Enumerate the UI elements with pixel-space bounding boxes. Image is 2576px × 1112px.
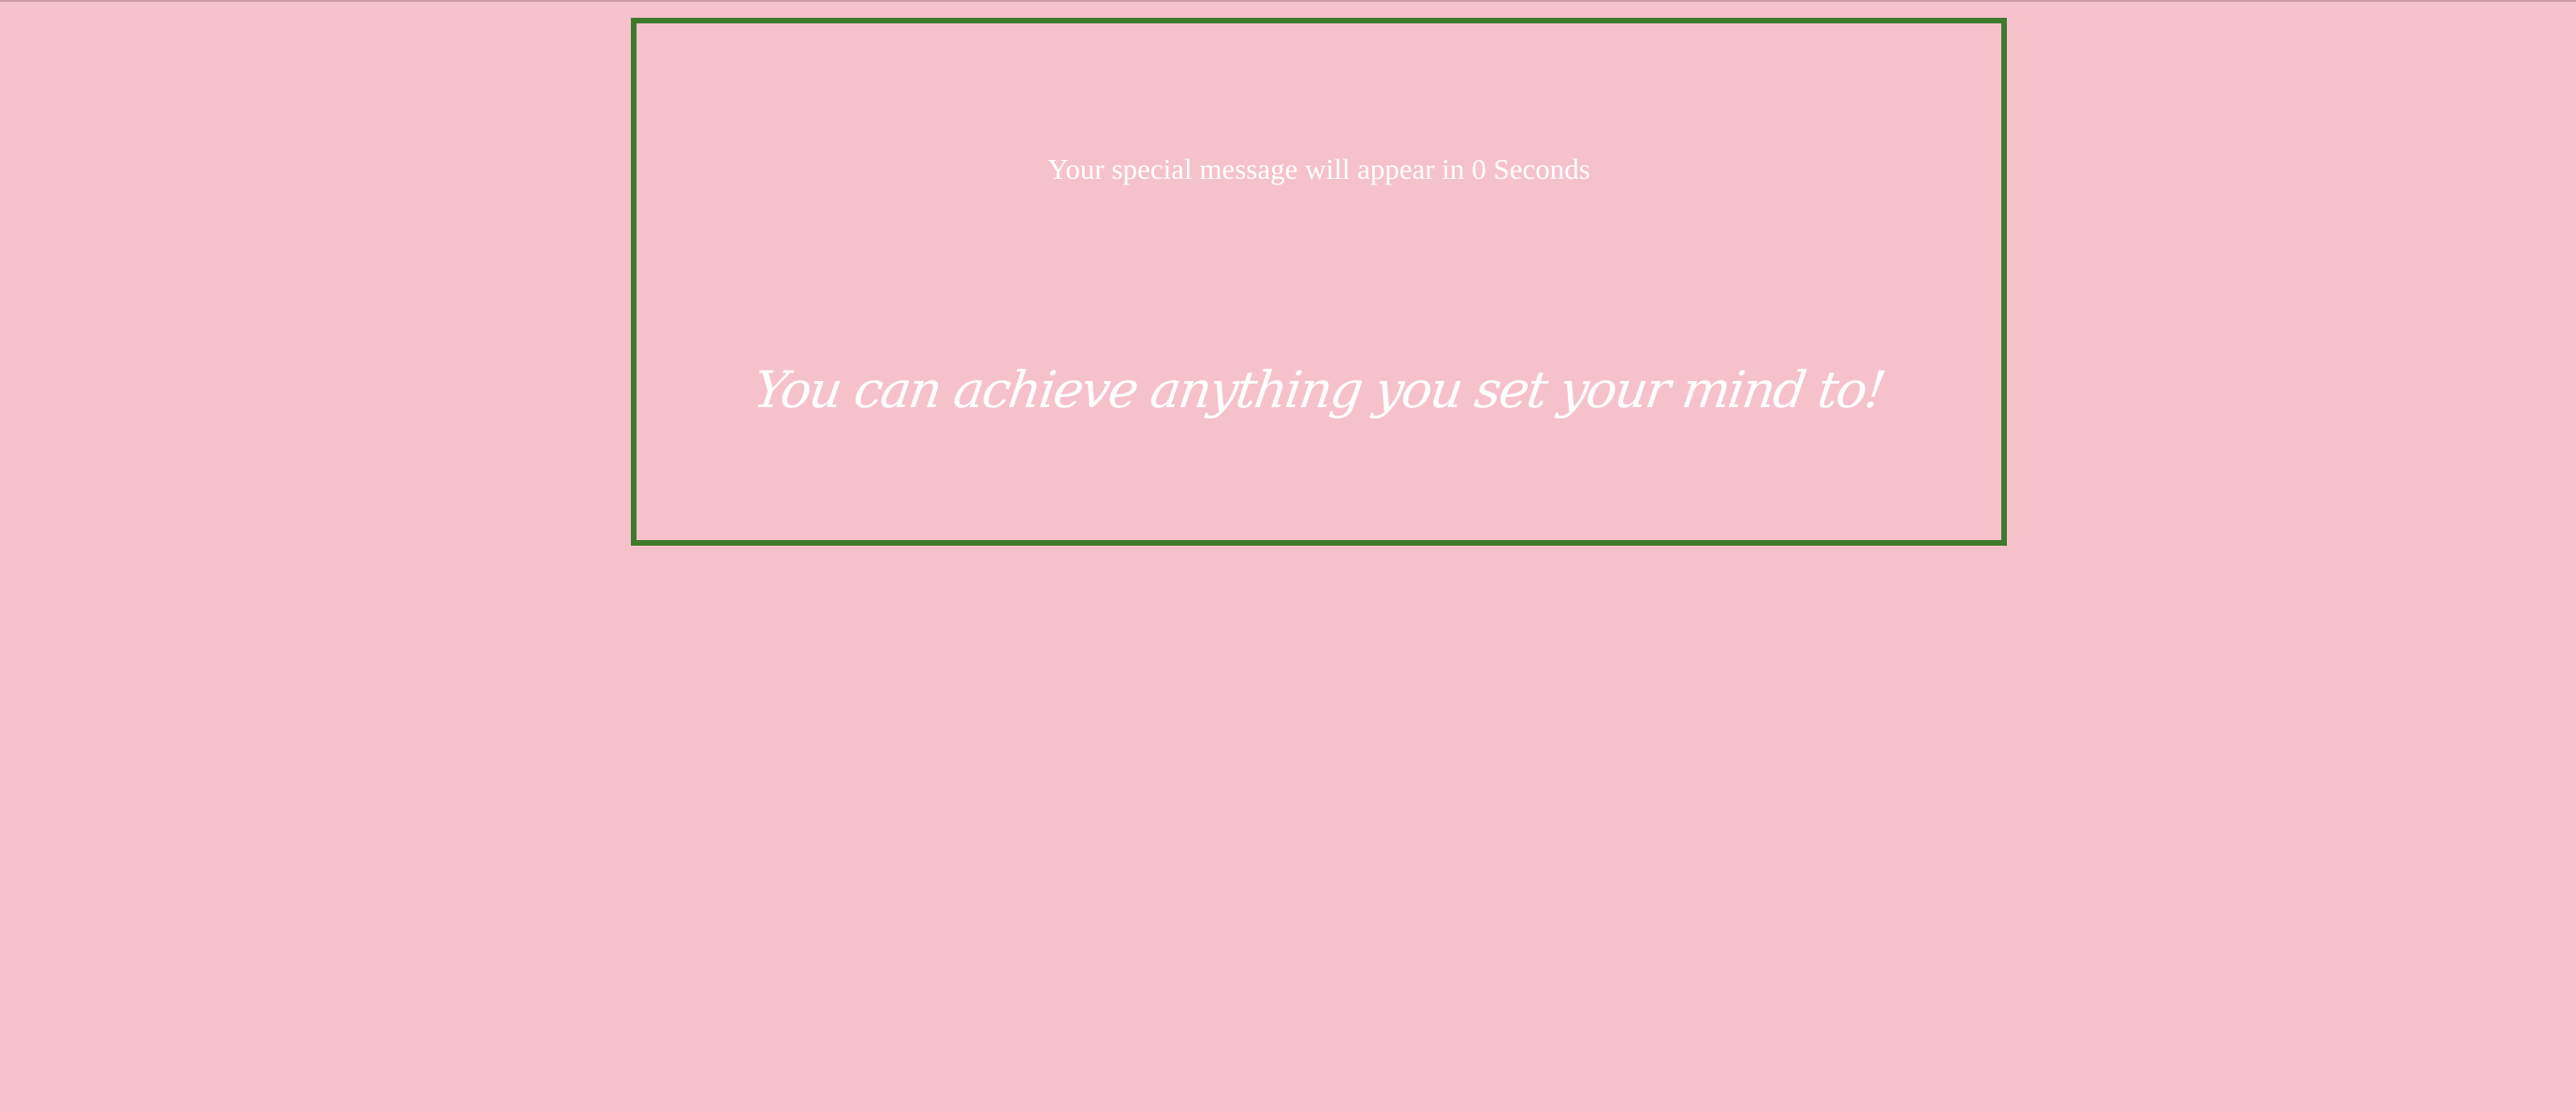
special-message: You can achieve anything you set your mi… bbox=[750, 360, 1888, 419]
countdown-text: Your special message will appear in 0 Se… bbox=[1047, 153, 1590, 185]
message-box: Your special message will appear in 0 Se… bbox=[631, 18, 2007, 546]
top-divider bbox=[0, 0, 2576, 2]
